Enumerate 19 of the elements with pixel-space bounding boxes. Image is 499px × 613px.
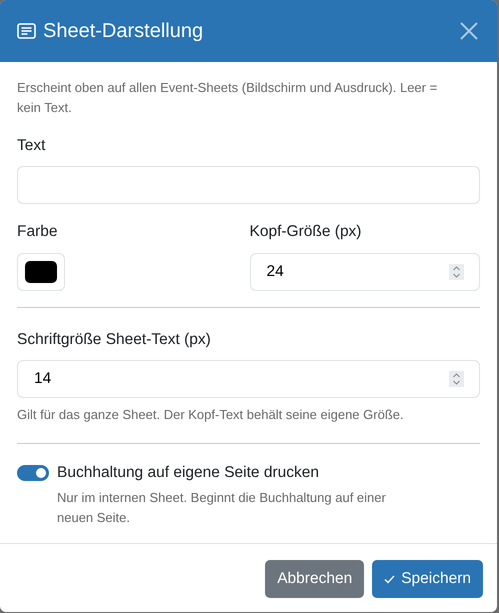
switch-label: Buchhaltung auf eigene Seite drucken	[57, 462, 320, 483]
dialog-title: Sheet-Darstellung	[43, 19, 204, 43]
cancel-button[interactable]: Abbrechen	[265, 560, 364, 598]
field-label: Schriftgröße Sheet-Text (px)	[17, 330, 212, 350]
help-text: Gilt für das ganze Sheet. Der Kopf-Text behält seine eigene Größe.	[17, 406, 405, 424]
number-input-field[interactable]: 14	[17, 360, 480, 398]
save-button[interactable]: Speichern	[372, 560, 483, 598]
text-input-field[interactable]	[17, 166, 480, 204]
field-label: Farbe	[17, 222, 58, 242]
close-button[interactable]	[458, 20, 480, 42]
check-icon	[384, 574, 396, 584]
dialog-description: Erscheint oben auf allen Event-Sheets (Bildschirm und Ausdruck). Leer = kein Text.	[17, 79, 438, 117]
number-input-field[interactable]: 24	[250, 252, 480, 290]
field-label: Kopf-Größe (px)	[250, 222, 362, 242]
color-picker[interactable]	[17, 252, 65, 290]
help-text: Nur im internen Sheet. Beginnt die Buchhaltung auf einer neuen Seite.	[57, 488, 387, 527]
field-label: Text	[17, 136, 46, 156]
toggle-switch[interactable]	[17, 464, 49, 481]
document-icon	[17, 23, 36, 39]
